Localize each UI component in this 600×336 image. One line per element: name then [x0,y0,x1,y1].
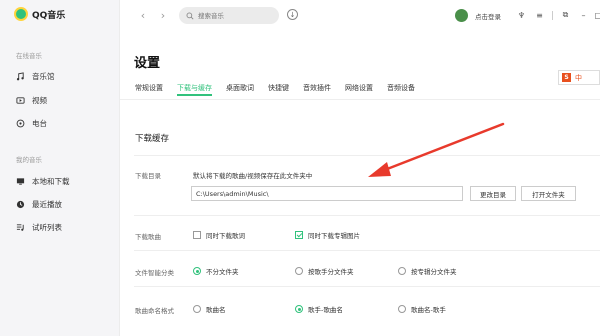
radio-circle [295,305,303,313]
login-link[interactable]: 点击登录 [475,11,501,21]
search-icon [186,12,194,20]
sidebar-item-label: 电台 [32,118,47,128]
by-album-radio[interactable]: 按专辑分文件夹 [398,266,457,276]
maximize-icon[interactable]: □ [593,9,600,21]
settings-tabs: 常规设置 下载与缓存 桌面歌词 快捷键 音效插件 网络设置 音频设备 [135,83,429,96]
mini-mode-icon[interactable]: ⧉ [560,9,571,21]
sidebar-item-playlist[interactable]: 试听列表 [16,220,62,234]
sidebar-item-recent[interactable]: 最近播放 [16,197,62,211]
no-folder-radio[interactable]: 不分文件夹 [193,266,239,276]
download-dir-description: 默认将下载的歌曲/视频保存在此文件夹中 [193,172,313,180]
annotation-arrow [368,122,505,177]
download-dir-label: 下载目录 [135,172,161,180]
tabs-divider [120,99,600,100]
song-name-radio[interactable]: 歌曲名 [193,304,226,314]
tab-network[interactable]: 网络设置 [345,83,373,96]
naming-format-label: 歌曲命名格式 [135,307,174,315]
sidebar-item-local-download[interactable]: 本地和下载 [16,174,70,188]
computer-icon [16,177,25,185]
divider [134,250,600,251]
option-label: 歌曲名-歌手 [411,306,446,314]
file-classify-label: 文件智能分类 [135,269,174,277]
app-name: QQ音乐 [32,10,66,21]
search-box[interactable] [179,7,279,24]
sidebar: QQ音乐 在线音乐 音乐馆 视频 电台 我的音乐 本地和下载 最近播放 试听列表 [0,0,120,336]
online-music-section: 在线音乐 [16,52,42,60]
ime-toolbar[interactable]: S 中 [558,70,600,85]
tab-download-cache[interactable]: 下载与缓存 [177,83,212,96]
back-button[interactable]: ‹ [137,8,149,22]
playlist-icon [16,223,24,231]
song-artist-radio[interactable]: 歌曲名-歌手 [398,304,446,314]
option-label: 歌手-歌曲名 [308,306,343,314]
sidebar-item-label: 音乐馆 [32,71,55,81]
my-music-section: 我的音乐 [16,156,42,164]
download-lyrics-checkbox[interactable]: 同时下载歌词 [193,230,245,240]
tab-general[interactable]: 常规设置 [135,83,163,96]
sidebar-item-label: 最近播放 [32,199,62,209]
app-logo[interactable]: QQ音乐 [14,7,65,21]
sogou-logo-icon: S [562,73,571,82]
radio-circle [398,267,406,275]
radio-icon [16,119,25,127]
tab-sound-effects[interactable]: 音效插件 [303,83,331,96]
download-album-art-checkbox[interactable]: 同时下载专辑图片 [295,230,360,240]
radio-circle [398,305,406,313]
divider [552,11,553,20]
page-title: 设置 [134,56,161,71]
artist-song-radio[interactable]: 歌手-歌曲名 [295,304,343,314]
change-dir-button[interactable]: 更改目录 [470,186,516,201]
sidebar-item-video[interactable]: 视频 [16,93,47,107]
clock-icon [16,200,25,208]
checkbox-box [193,231,201,239]
forward-button[interactable]: › [157,8,169,22]
open-folder-button[interactable]: 打开文件夹 [521,186,576,201]
option-label: 不分文件夹 [206,268,239,276]
download-path-field[interactable] [191,186,463,201]
sidebar-item-label: 本地和下载 [32,176,70,186]
divider [134,286,600,287]
sidebar-item-music-hall[interactable]: 音乐馆 [16,69,55,83]
search-input[interactable] [198,11,268,20]
video-icon [16,96,25,104]
ime-language: 中 [575,73,582,82]
sidebar-item-label: 试听列表 [32,222,62,232]
shirt-icon[interactable]: ♆ [516,9,527,21]
by-artist-radio[interactable]: 按歌手分文件夹 [295,266,354,276]
option-label: 同时下载专辑图片 [308,232,360,240]
qq-music-logo-icon [14,7,28,21]
tab-shortcuts[interactable]: 快捷键 [268,83,289,96]
section-title: 下载缓存 [135,134,170,144]
option-label: 同时下载歌词 [206,232,245,240]
download-icon[interactable]: ↓ [287,9,298,20]
sidebar-item-radio[interactable]: 电台 [16,116,47,130]
option-label: 按歌手分文件夹 [308,268,354,276]
minimize-icon[interactable]: – [578,9,589,21]
radio-circle [193,305,201,313]
divider [134,215,600,216]
avatar[interactable] [455,9,468,22]
tab-desktop-lyrics[interactable]: 桌面歌词 [226,83,254,96]
tab-audio-device[interactable]: 音频设备 [387,83,415,96]
radio-circle [295,267,303,275]
radio-circle [193,267,201,275]
sidebar-item-label: 视频 [32,95,47,105]
checkbox-box [295,231,303,239]
music-note-icon [16,71,24,80]
download-song-label: 下载歌曲 [135,233,161,241]
menu-icon[interactable]: ≡ [534,9,545,21]
top-bar: ‹ › ↓ 点击登录 ♆ ≡ ⧉ – □ [120,0,600,32]
option-label: 按专辑分文件夹 [411,268,457,276]
option-label: 歌曲名 [206,306,226,314]
